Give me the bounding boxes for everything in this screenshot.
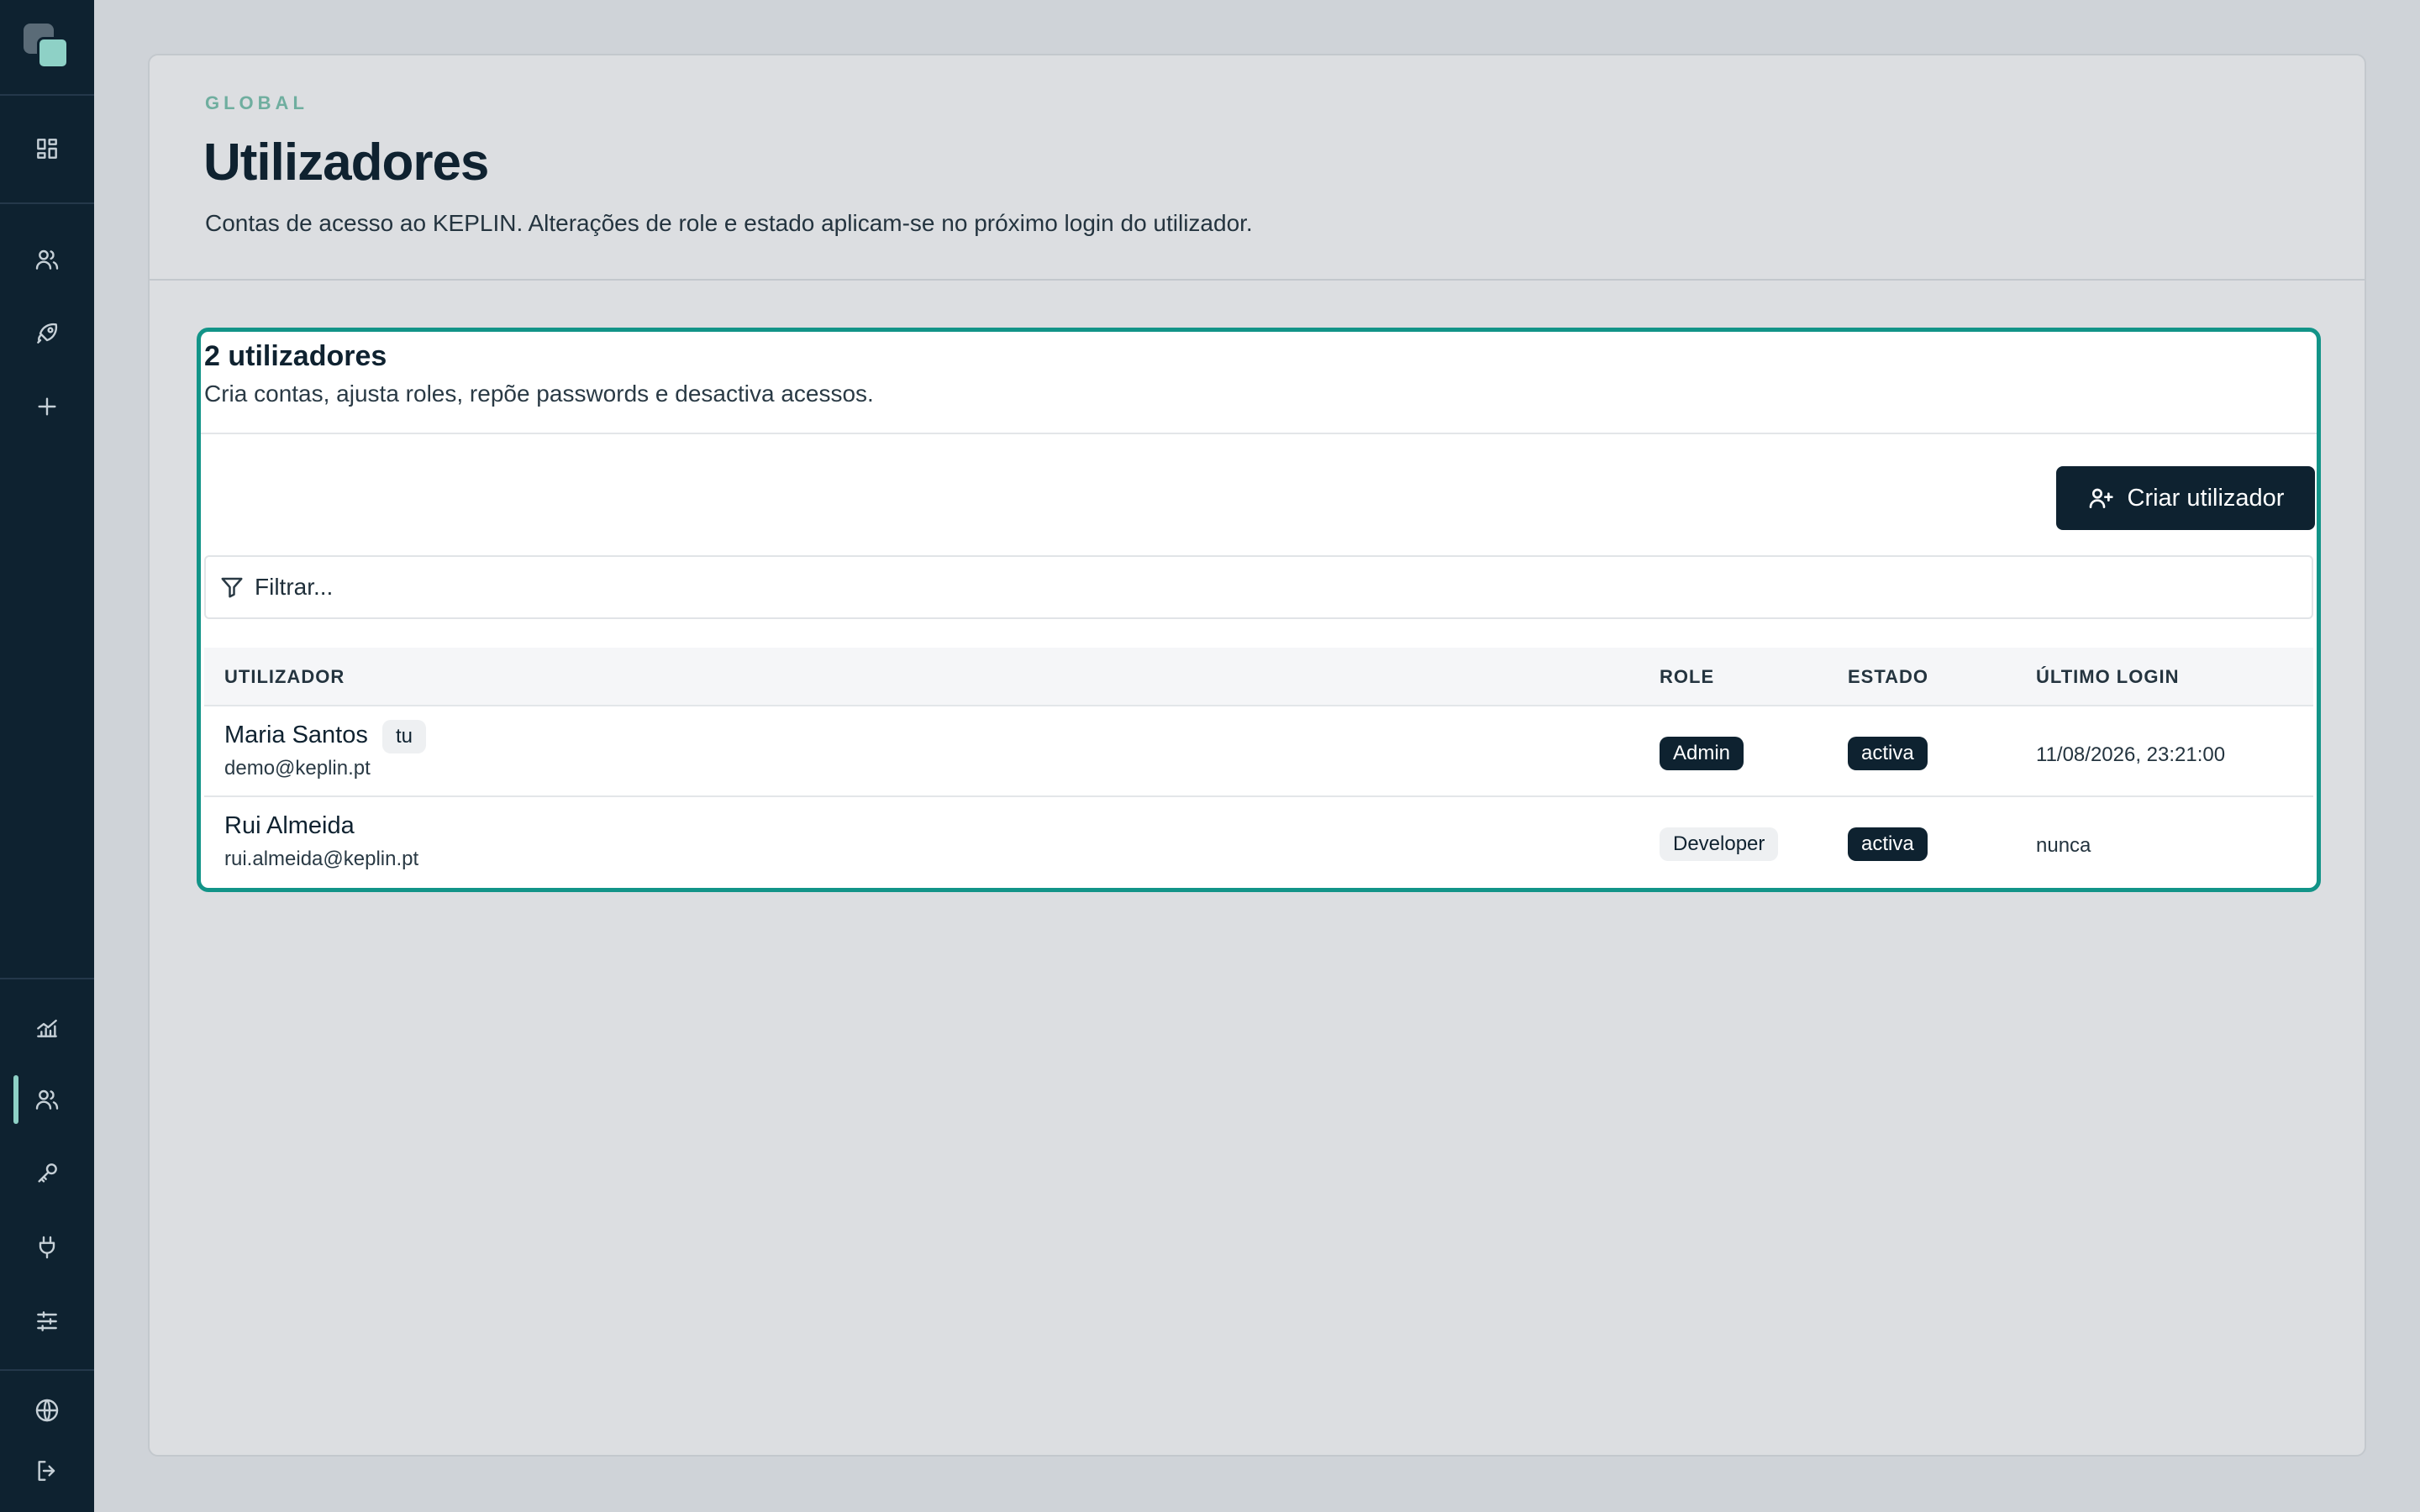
filter-field[interactable] — [204, 555, 2313, 619]
users-icon[interactable] — [27, 239, 67, 280]
table-header: UTILIZADOR ROLE ESTADO ÚLTIMO LOGIN — [204, 648, 2313, 706]
header-divider — [150, 279, 2365, 281]
dashboard-icon[interactable] — [27, 129, 67, 169]
sidebar-divider — [0, 94, 94, 96]
page-title: Utilizadores — [203, 134, 489, 192]
sidebar-divider — [0, 202, 94, 204]
status-badge: activa — [1848, 737, 1928, 770]
filter-icon — [221, 577, 243, 598]
user-name: Maria Santos — [224, 722, 368, 748]
user-email: demo@keplin.pt — [224, 757, 371, 780]
app-logo[interactable] — [24, 24, 71, 71]
users-count-title: 2 utilizadores — [204, 340, 387, 372]
create-user-button[interactable]: Criar utilizador — [2056, 466, 2315, 530]
sidebar-active-indicator — [13, 1075, 18, 1124]
sidebar-divider — [0, 1369, 94, 1371]
last-login: nunca — [2036, 834, 2091, 857]
rocket-icon[interactable] — [27, 313, 67, 354]
page-description: Contas de acesso ao KEPLIN. Alterações d… — [205, 210, 1253, 236]
column-header-last-login[interactable]: ÚLTIMO LOGIN — [2036, 666, 2179, 688]
sidebar-divider — [0, 978, 94, 979]
user-email: rui.almeida@keplin.pt — [224, 848, 419, 870]
users-table: UTILIZADOR ROLE ESTADO ÚLTIMO LOGIN Mari… — [204, 648, 2313, 888]
filter-input[interactable] — [255, 574, 2187, 601]
globe-icon[interactable] — [27, 1390, 67, 1431]
main-panel: GLOBAL Utilizadores Contas de acesso ao … — [148, 54, 2366, 1457]
status-badge: activa — [1848, 827, 1928, 861]
logout-icon[interactable] — [27, 1451, 67, 1491]
plus-icon[interactable] — [27, 386, 67, 427]
users-icon — [35, 1089, 59, 1110]
sidebar-item-users[interactable] — [27, 1079, 67, 1120]
key-icon[interactable] — [27, 1153, 67, 1194]
sidebar — [0, 0, 94, 1512]
user-plus-icon — [2089, 488, 2113, 508]
card-divider — [201, 433, 2317, 434]
sliders-icon[interactable] — [27, 1301, 67, 1341]
last-login: 11/08/2026, 23:21:00 — [2036, 743, 2226, 766]
table-row[interactable]: Maria Santos tu demo@keplin.pt Admin act… — [204, 706, 2313, 797]
table-row[interactable]: Rui Almeida rui.almeida@keplin.pt Develo… — [204, 797, 2313, 888]
users-card-subtitle: Cria contas, ajusta roles, repõe passwor… — [204, 381, 874, 407]
role-badge: Developer — [1660, 827, 1779, 861]
current-user-tag: tu — [382, 720, 427, 753]
create-user-label: Criar utilizador — [2127, 484, 2285, 512]
plug-icon[interactable] — [27, 1227, 67, 1268]
column-header-user[interactable]: UTILIZADOR — [224, 666, 345, 688]
column-header-status[interactable]: ESTADO — [1848, 666, 1928, 688]
analytics-icon[interactable] — [27, 1007, 67, 1047]
role-badge: Admin — [1660, 737, 1744, 770]
user-name: Rui Almeida — [224, 812, 355, 839]
users-card: 2 utilizadores Cria contas, ajusta roles… — [197, 328, 2321, 892]
column-header-role[interactable]: ROLE — [1660, 666, 1714, 688]
section-label: GLOBAL — [205, 92, 308, 113]
